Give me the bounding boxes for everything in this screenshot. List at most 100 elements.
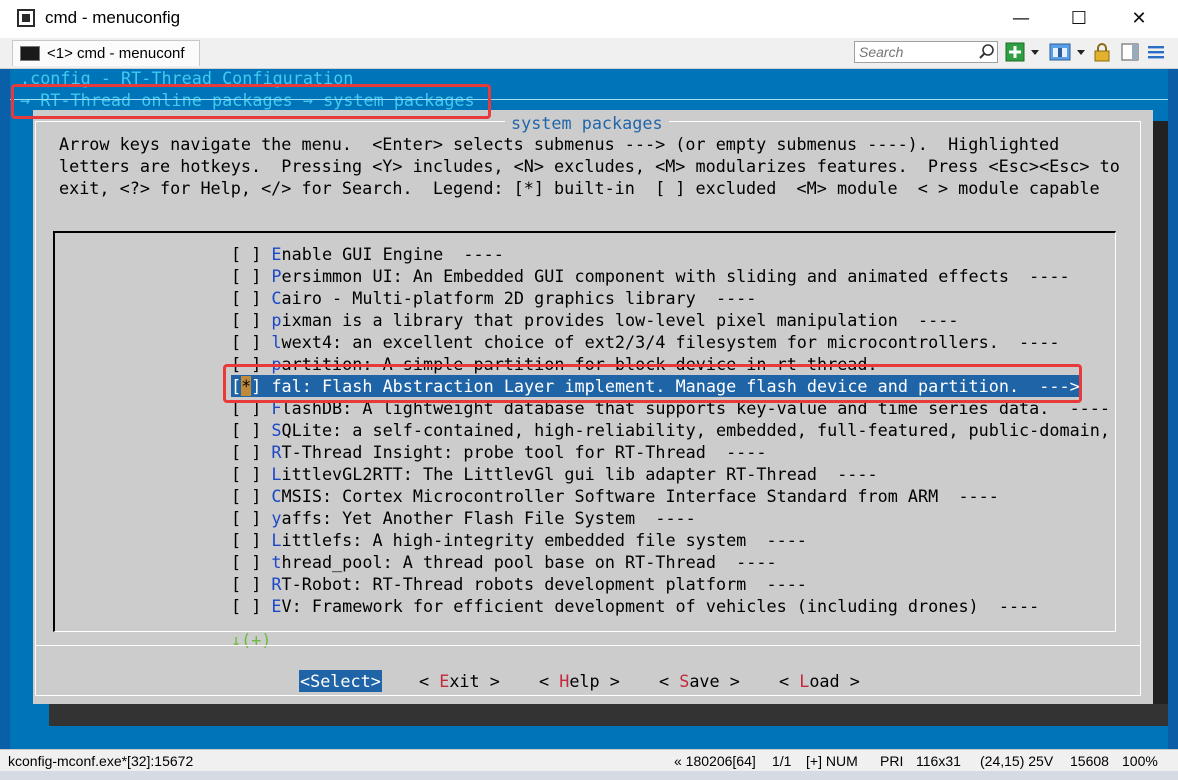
menu-item[interactable]: [ ] Persimmon UI: An Embedded GUI compon…: [231, 265, 1070, 287]
status-priority: PRI: [880, 753, 904, 769]
title-bar[interactable]: cmd - menuconfig — ☐ ✕: [0, 0, 1178, 38]
terminal-area[interactable]: .config - RT-Thread Configuration → RT-T…: [10, 69, 1168, 749]
item-label: MSIS: Cortex Microcontroller Software In…: [281, 486, 999, 506]
hotkey-letter: L: [271, 530, 282, 550]
minimize-button[interactable]: —: [992, 2, 1050, 36]
checkbox[interactable]: [ ]: [231, 574, 271, 594]
help-button[interactable]: < Help >: [539, 670, 620, 692]
save-button[interactable]: < Save >: [659, 670, 740, 692]
desktop-background: [0, 69, 10, 749]
button-label: oad >: [809, 671, 860, 691]
checkbox[interactable]: [ ]: [231, 420, 271, 440]
select-button[interactable]: <Select>: [299, 670, 382, 692]
close-button[interactable]: ✕: [1110, 2, 1168, 36]
dropdown-arrow-icon[interactable]: [1075, 42, 1087, 62]
tab-cmd-menuconf[interactable]: <1> cmd - menuconf: [12, 40, 200, 66]
menu-item[interactable]: [ ] Cairo - Multi-platform 2D graphics l…: [231, 287, 756, 309]
checkbox[interactable]: [ ]: [231, 442, 271, 462]
hotkey-letter: C: [271, 486, 282, 506]
menu-item[interactable]: [ ] CMSIS: Cortex Microcontroller Softwa…: [231, 485, 999, 507]
item-label: ittlefs: A high-integrity embedded file …: [281, 530, 807, 550]
console-app-icon: [17, 9, 35, 27]
dialog-shadow: [49, 704, 1168, 726]
lock-icon[interactable]: [1093, 42, 1111, 62]
status-zoom: 100%: [1122, 753, 1158, 769]
item-label: ersimmon UI: An Embedded GUI component w…: [281, 266, 1070, 286]
checkbox[interactable]: [ ]: [231, 288, 271, 308]
tab-bar: <1> cmd - menuconf: [0, 38, 1178, 69]
checkbox[interactable]: [ ]: [231, 486, 271, 506]
search-icon[interactable]: [978, 43, 996, 61]
menu-item[interactable]: [ ] LittlevGL2RTT: The LittlevGl gui lib…: [231, 463, 878, 485]
hotkey-letter: C: [271, 288, 282, 308]
checkbox[interactable]: [ ]: [231, 596, 271, 616]
item-label: ixman is a library that provides low-lev…: [281, 310, 959, 330]
load-button[interactable]: < Load >: [779, 670, 860, 692]
menu-item[interactable]: [ ] lwext4: an excellent choice of ext2/…: [231, 331, 1059, 353]
hotkey-letter: L: [799, 671, 810, 691]
taskbar: [0, 771, 1178, 780]
console-tab-icon: [20, 46, 40, 61]
exit-button[interactable]: < Exit >: [419, 670, 500, 692]
menu-item[interactable]: [ ] pixman is a library that provides lo…: [231, 309, 958, 331]
item-label: QLite: a self-contained, high-reliabilit…: [281, 420, 1110, 440]
hotkey-letter: E: [271, 596, 282, 616]
status-id: 15608: [1070, 753, 1109, 769]
checkbox[interactable]: [ ]: [231, 332, 271, 352]
status-page: 1/1: [772, 753, 792, 769]
menu-item[interactable]: [ ] yaffs: Yet Another Flash File System…: [231, 507, 696, 529]
status-bar: kconfig-mconf.exe*[32]:15672 « 180206[64…: [0, 749, 1178, 772]
checkbox[interactable]: [ ]: [231, 244, 271, 264]
menu-item[interactable]: [ ] RT-Robot: RT-Thread robots developme…: [231, 573, 807, 595]
checkbox[interactable]: [ ]: [231, 508, 271, 528]
item-label: airo - Multi-platform 2D graphics librar…: [281, 288, 757, 308]
menu-item[interactable]: [ ] SQLite: a self-contained, high-relia…: [231, 419, 1110, 441]
checkbox[interactable]: [ ]: [231, 310, 271, 330]
status-position: « 180206[64]: [674, 753, 756, 769]
menu-item[interactable]: [ ] RT-Thread Insight: probe tool for RT…: [231, 441, 766, 463]
menu-icon[interactable]: [1146, 42, 1166, 62]
desktop-background: [1168, 69, 1178, 749]
button-bracket: <: [779, 671, 800, 691]
menu-item[interactable]: [ ] EV: Framework for efficient developm…: [231, 595, 1039, 617]
maximize-button[interactable]: ☐: [1050, 2, 1108, 36]
checkbox[interactable]: [ ]: [231, 266, 271, 286]
hotkey-letter: p: [271, 310, 282, 330]
search-input[interactable]: [854, 41, 998, 63]
checkbox[interactable]: [ ]: [231, 530, 271, 550]
hotkey-letter: S: [679, 671, 690, 691]
item-label: T-Robot: RT-Thread robots development pl…: [281, 574, 807, 594]
window-panel-icon[interactable]: [1120, 42, 1140, 62]
status-size: 116x31: [916, 753, 961, 769]
help-text-line: Arrow keys navigate the menu. <Enter> se…: [59, 134, 1060, 154]
status-process: kconfig-mconf.exe*[32]:15672: [8, 753, 194, 769]
dialog-shadow: [1153, 121, 1168, 721]
hotkey-letter: E: [271, 244, 282, 264]
hotkey-letter: R: [271, 442, 282, 462]
hotkey-letter: R: [271, 574, 282, 594]
split-panes-icon[interactable]: [1049, 42, 1071, 62]
status-mode: [+] NUM: [806, 753, 858, 769]
item-label: wext4: an excellent choice of ext2/3/4 f…: [281, 332, 1060, 352]
hotkey-letter: L: [271, 464, 282, 484]
button-bracket: <: [659, 671, 680, 691]
item-label: nable GUI Engine ----: [281, 244, 504, 264]
button-bracket: <: [419, 671, 440, 691]
hotkey-letter: t: [271, 552, 282, 572]
item-label: ittlevGL2RTT: The LittlevGl gui lib adap…: [281, 464, 878, 484]
hotkey-letter: E: [439, 671, 450, 691]
menu-item[interactable]: [ ] Enable GUI Engine ----: [231, 243, 504, 265]
hotkey-letter: l: [271, 332, 282, 352]
menu-item[interactable]: [ ] thread_pool: A thread pool base on R…: [231, 551, 777, 573]
hotkey-letter: P: [271, 266, 282, 286]
dropdown-arrow-icon[interactable]: [1029, 42, 1041, 62]
button-label: elp >: [569, 671, 620, 691]
hotkey-letter: y: [271, 508, 282, 528]
checkbox[interactable]: [ ]: [231, 464, 271, 484]
checkbox[interactable]: [ ]: [231, 552, 271, 572]
menu-item[interactable]: [ ] Littlefs: A high-integrity embedded …: [231, 529, 807, 551]
annotation-box-fal: [223, 364, 1082, 403]
tab-label: <1> cmd - menuconf: [47, 45, 185, 62]
help-text-line: letters are hotkeys. Pressing <Y> includ…: [59, 156, 1120, 176]
new-console-icon[interactable]: [1005, 42, 1025, 62]
